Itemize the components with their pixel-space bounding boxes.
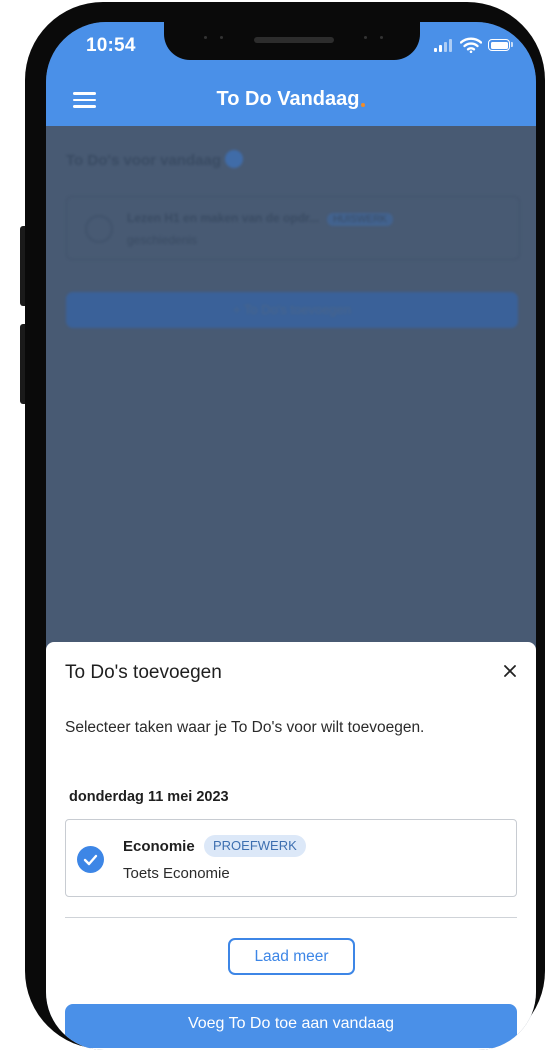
- notch: [164, 22, 420, 60]
- load-more-button[interactable]: Laad meer: [228, 938, 355, 975]
- notch-sensor: [380, 36, 383, 39]
- bg-heading: To Do's voor vandaag: [66, 150, 243, 169]
- phone-frame: 10:54 To Do Vandaag To Do's voor vandaag…: [25, 2, 545, 1050]
- status-icons: [434, 37, 514, 54]
- check-icon[interactable]: [77, 846, 104, 873]
- bg-task-subject: geschiedenis: [127, 233, 198, 247]
- bg-task-card: Lezen H1 en maken van de opdr... HUISWERK…: [66, 196, 520, 260]
- task-description: Toets Economie: [123, 865, 230, 882]
- battery-icon: [488, 39, 510, 51]
- top-bar: 10:54 To Do Vandaag: [46, 22, 536, 126]
- task-type-badge: PROEFWERK: [204, 835, 306, 857]
- help-icon: [224, 150, 243, 168]
- task-card[interactable]: Economie PROEFWERK Toets Economie: [65, 819, 517, 897]
- bg-checkbox-icon: [85, 215, 113, 243]
- wifi-icon: [460, 37, 482, 53]
- divider: [65, 917, 517, 918]
- speaker: [254, 37, 334, 43]
- task-subject: Economie: [123, 838, 195, 855]
- bg-add-button: + To Do's toevoegen: [66, 292, 518, 328]
- bottom-sheet: To Do's toevoegen Selecteer taken waar j…: [46, 642, 536, 1050]
- close-icon[interactable]: [501, 662, 519, 680]
- notch-sensor: [220, 36, 223, 39]
- bg-task-title-text: Lezen H1 en maken van de opdr...: [127, 211, 320, 225]
- notch-sensor: [204, 36, 207, 39]
- bg-task-chip: HUISWERK: [327, 213, 393, 226]
- phone-screen: 10:54 To Do Vandaag To Do's voor vandaag…: [46, 22, 536, 1050]
- sheet-description: Selecteer taken waar je To Do's voor wil…: [65, 719, 425, 736]
- notch-sensor: [364, 36, 367, 39]
- accent-dot: [361, 103, 366, 107]
- battery-tip: [511, 42, 513, 47]
- sheet-title: To Do's toevoegen: [65, 662, 222, 683]
- page-title: To Do Vandaag: [46, 88, 536, 111]
- status-time: 10:54: [86, 35, 136, 56]
- signal-icon: [434, 38, 454, 52]
- date-label: donderdag 11 mei 2023: [69, 789, 229, 805]
- bg-task-title: Lezen H1 en maken van de opdr... HUISWERK: [127, 211, 393, 226]
- bg-heading-text: To Do's voor vandaag: [66, 152, 221, 169]
- page-title-text: To Do Vandaag: [216, 88, 360, 110]
- add-todo-button[interactable]: Voeg To Do toe aan vandaag: [65, 1004, 517, 1048]
- background-content: To Do's voor vandaag Lezen H1 en maken v…: [46, 126, 536, 646]
